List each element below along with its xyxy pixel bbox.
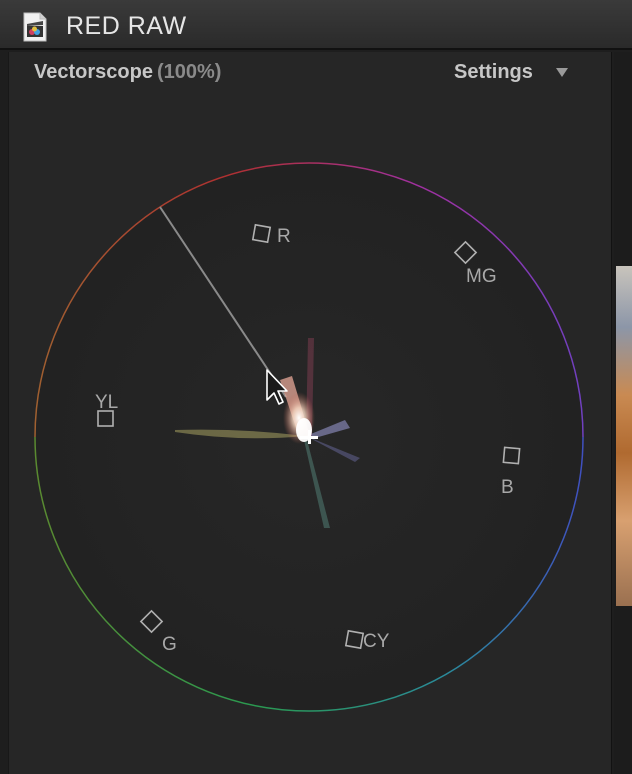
target-label-r: R — [277, 226, 291, 247]
target-label-g: G — [162, 634, 177, 655]
vectorscope-display: R MG B CY G YL — [34, 162, 584, 712]
app-window: RED RAW Vectorscope (100%) Settings R MG… — [0, 0, 632, 774]
target-label-cy: CY — [363, 631, 390, 652]
target-label-b: B — [501, 477, 514, 498]
target-label-yl: YL — [95, 392, 118, 413]
target-label-mg: MG — [466, 266, 497, 287]
